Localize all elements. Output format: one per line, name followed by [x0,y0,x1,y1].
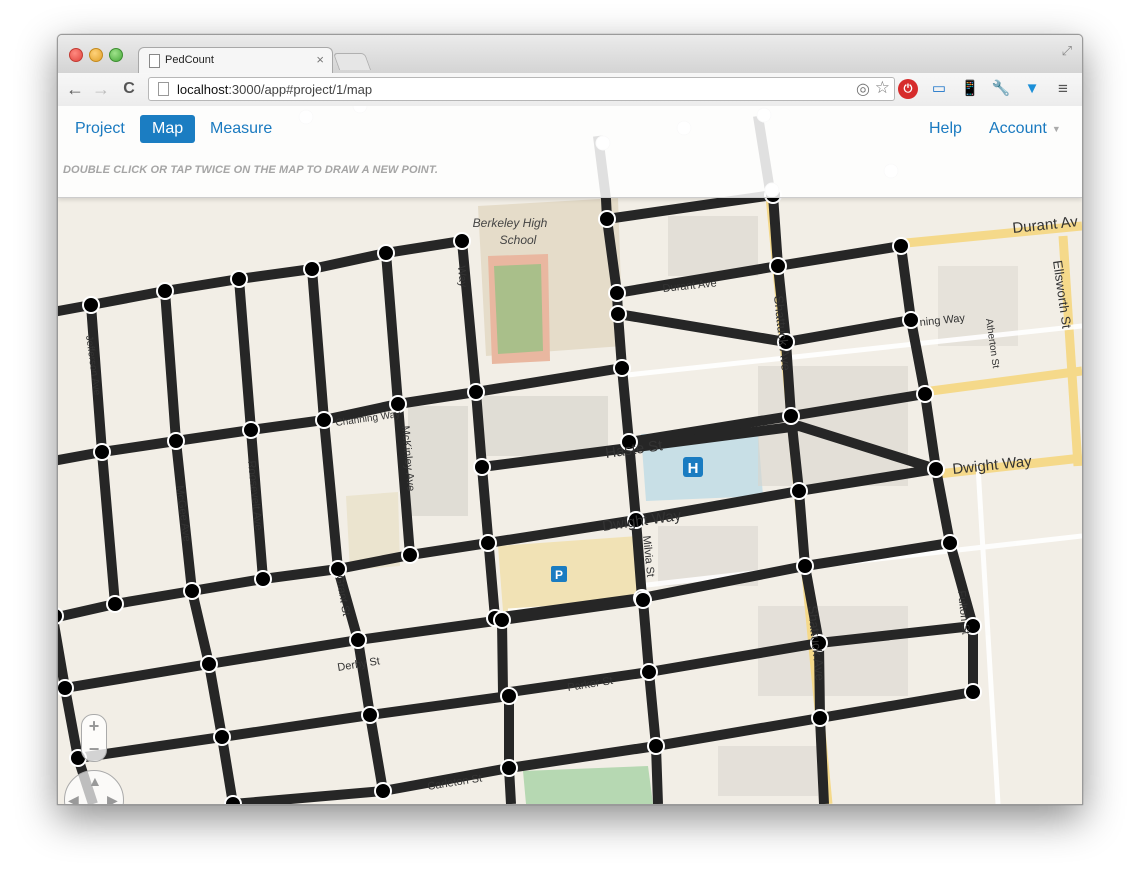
tab-close-icon[interactable]: × [316,52,324,67]
segment-node[interactable] [634,591,652,609]
wrench-icon[interactable]: 🔧 [991,79,1011,99]
map-canvas[interactable]: H P Berkeley High School Durant Av Duran… [58,106,1082,804]
segment-node[interactable] [479,534,497,552]
segment-node[interactable] [598,210,616,228]
park-area [523,766,653,804]
address-bar[interactable]: localhost:3000/app#project/1/map ◎ ☆ [148,77,895,101]
segment-node[interactable] [769,257,787,275]
segment-node[interactable] [647,737,665,755]
segment-node[interactable] [500,759,518,777]
segment-node[interactable] [927,460,945,478]
segment-node[interactable] [58,679,74,697]
segment-node[interactable] [200,655,218,673]
segment-node[interactable] [790,482,808,500]
segment-node[interactable] [401,546,419,564]
segment-node[interactable] [167,432,185,450]
svg-text:H: H [688,460,699,477]
segment-node[interactable] [467,383,485,401]
page-icon [158,82,169,96]
segment-node[interactable] [156,282,174,300]
svg-text:P: P [555,568,563,582]
segment-node[interactable] [224,795,242,804]
browser-tab[interactable]: PedCount × [138,47,333,74]
fullscreen-icon[interactable]: ⤢ [1062,43,1072,59]
segment-node[interactable] [782,407,800,425]
segment-node[interactable] [640,663,658,681]
field-area [494,264,543,354]
url-text: localhost:3000/app#project/1/map [177,82,373,97]
tab-title: PedCount [165,54,214,66]
location-target-icon[interactable]: ◎ [856,79,870,99]
menu-icon[interactable]: ≡ [1053,79,1073,99]
segment-node[interactable] [608,284,626,302]
segment-node[interactable] [941,534,959,552]
segment-node[interactable] [453,232,471,250]
reload-button[interactable]: C [118,78,140,100]
segment-node[interactable] [213,728,231,746]
nav-help[interactable]: Help [929,120,962,138]
segment-node[interactable] [82,296,100,314]
zoom-out-button[interactable]: − [82,738,106,761]
segment-node[interactable] [106,595,124,613]
mobile-send-icon[interactable]: 📱 [960,79,980,99]
segment-node[interactable] [377,244,395,262]
segment-node[interactable] [811,709,829,727]
segment-node[interactable] [183,582,201,600]
nav-account[interactable]: Account ▼ [989,120,1061,138]
label-mlk-way: Way [455,265,469,288]
segment-node[interactable] [493,611,511,629]
pan-up-icon[interactable]: ▲ [88,773,102,789]
caret-down-icon: ▼ [1051,124,1061,134]
segment-node[interactable] [796,557,814,575]
browser-toolbar: ← → C localhost:3000/app#project/1/map ◎… [58,73,1082,107]
forward-button[interactable]: → [90,78,112,100]
adblock-icon[interactable]: ⏻ [898,79,918,99]
hospital-icon: H [683,457,703,477]
segment-node[interactable] [609,305,627,323]
maximize-window-button[interactable] [109,48,123,62]
segment-node[interactable] [892,237,910,255]
label-berkeley-high: Berkeley High [473,216,548,230]
nav-project[interactable]: Project [75,120,125,138]
segment-node[interactable] [361,706,379,724]
new-tab-button[interactable] [332,53,372,70]
segment-node[interactable] [230,270,248,288]
nav-map[interactable]: Map [140,115,196,143]
extension-icon[interactable]: ▼ [1022,79,1042,99]
zoom-control: + − [81,714,107,762]
segment-node[interactable] [500,687,518,705]
back-button[interactable]: ← [64,78,86,100]
pan-left-icon[interactable]: ◀ [68,792,79,804]
nav-measure[interactable]: Measure [210,120,272,138]
segment-node[interactable] [374,782,392,800]
title-bar: PedCount × ⤢ [58,35,1082,74]
label-school: School [500,233,537,247]
segment-node[interactable] [254,570,272,588]
screen-capture-icon[interactable]: ▭ [929,79,949,99]
segment-node[interactable] [613,359,631,377]
segment-node[interactable] [916,385,934,403]
segment-node[interactable] [902,311,920,329]
map-hint: DOUBLE CLICK OR TAP TWICE ON THE MAP TO … [63,164,438,176]
pan-right-icon[interactable]: ▶ [107,792,118,804]
zoom-in-button[interactable]: + [82,715,106,738]
segment-node[interactable] [964,683,982,701]
segment-node[interactable] [349,631,367,649]
segment-node[interactable] [93,443,111,461]
minimize-window-button[interactable] [89,48,103,62]
segment-node[interactable] [473,458,491,476]
segment-node[interactable] [242,421,260,439]
page-icon [149,54,160,68]
bookmark-star-icon[interactable]: ☆ [875,78,890,98]
parking-icon: P [551,566,567,582]
app-navbar: Project Map Measure Help Account ▼ DOUBLE… [58,106,1082,198]
segment-node[interactable] [303,260,321,278]
browser-window: PedCount × ⤢ ← → C localhost:3000/app#pr… [57,34,1083,805]
app-content: H P Berkeley High School Durant Av Duran… [58,106,1082,804]
segment-node[interactable] [315,411,333,429]
close-window-button[interactable] [69,48,83,62]
